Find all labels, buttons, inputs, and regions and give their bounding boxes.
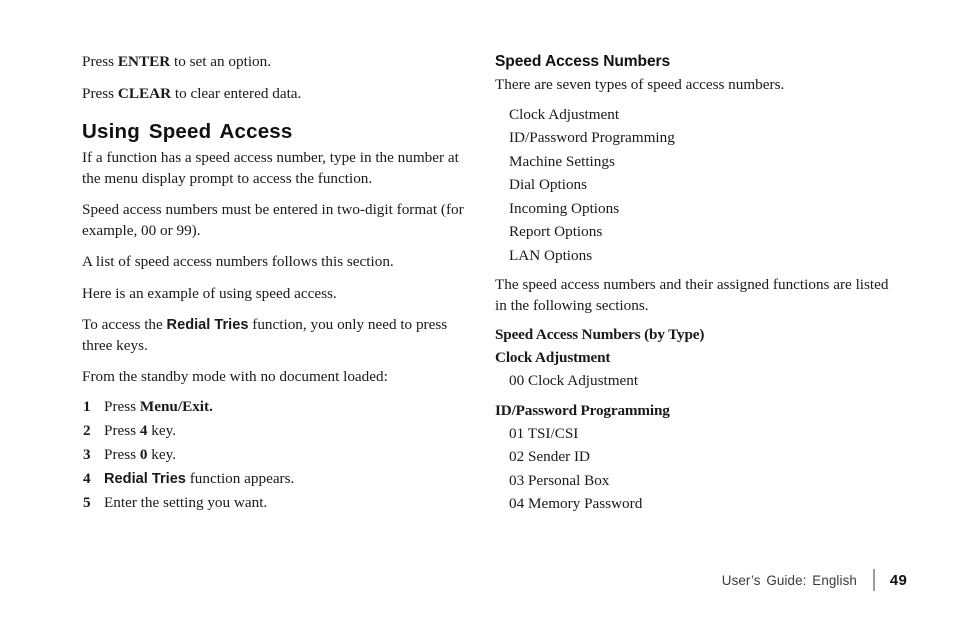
section-heading-speed-access-numbers: Speed Access Numbers bbox=[495, 53, 671, 70]
speed-access-steps-list: 1 Press Menu/Exit. 2 Press 4 key. 3 Press 0… bbox=[82, 397, 474, 514]
list-item: 03 Personal Box bbox=[509, 471, 610, 489]
list-item: ID/Password Programming bbox=[509, 129, 675, 146]
list-item: 02 Sender ID bbox=[509, 448, 590, 465]
footer-divider bbox=[872, 569, 875, 591]
list-item: Dial Options bbox=[509, 176, 588, 193]
press-enter-paragraph: Press ENTER to set an option. bbox=[82, 52, 474, 73]
press-clear-suffix: to clear entered data. bbox=[171, 84, 302, 102]
right-column: Speed Access Numbers There are seven typ… bbox=[495, 52, 890, 524]
redial-prefix: To access the bbox=[82, 316, 167, 333]
speed-access-types-list: Clock Adjustment ID/Password Programming… bbox=[495, 105, 890, 267]
clear-key-label: CLEAR bbox=[117, 84, 172, 102]
step-number: 3 bbox=[83, 445, 91, 463]
list-item: 4 Redial Tries function appears. bbox=[82, 469, 474, 490]
list-item: 00 Clock Adjustment bbox=[509, 372, 639, 389]
list-item: 2 Press 4 key. bbox=[82, 421, 474, 442]
menu-exit-key-label: Menu/Exit. bbox=[139, 397, 213, 415]
step-prefix: Press bbox=[104, 397, 140, 415]
subheading-speed-access-numbers-by-type: Speed Access Numbers (by Type) bbox=[495, 326, 705, 343]
list-item: Machine Settings bbox=[509, 152, 615, 170]
step-prefix: Press bbox=[104, 445, 140, 463]
step-number: 5 bbox=[83, 493, 91, 511]
step-suffix: function appears. bbox=[185, 469, 295, 487]
redial-tries-paragraph: To access the Redial Tries function, you… bbox=[82, 315, 474, 356]
step-prefix: Press bbox=[104, 421, 140, 439]
list-item: Clock Adjustment bbox=[509, 105, 620, 123]
seven-types-paragraph: There are seven types of speed access nu… bbox=[495, 76, 785, 93]
example-intro-paragraph: Here is an example of using speed access… bbox=[82, 284, 337, 302]
step-suffix: key. bbox=[147, 445, 177, 463]
standby-mode-paragraph: From the standby mode with no document l… bbox=[82, 368, 388, 385]
list-item: 01 TSI/CSI bbox=[509, 424, 579, 442]
list-item: LAN Options bbox=[509, 246, 593, 264]
step-number: 2 bbox=[83, 421, 91, 439]
list-item: Incoming Options bbox=[509, 199, 620, 217]
press-clear-prefix: Press bbox=[82, 84, 118, 102]
press-clear-paragraph: Press CLEAR to clear entered data. bbox=[82, 84, 474, 105]
speed-access-description-paragraph: If a function has a speed access number,… bbox=[82, 149, 459, 187]
list-item: 3 Press 0 key. bbox=[82, 445, 474, 466]
listed-in-sections-paragraph: The speed access numbers and their assig… bbox=[495, 276, 889, 314]
redial-tries-step-label: Redial Tries bbox=[104, 470, 186, 487]
subheading-id-password-programming: ID/Password Programming bbox=[495, 401, 670, 419]
subheading-clock-adjustment: Clock Adjustment bbox=[495, 349, 611, 366]
list-follows-paragraph: A list of speed access numbers follows t… bbox=[82, 253, 394, 270]
press-enter-prefix: Press bbox=[82, 53, 118, 70]
list-item: 04 Memory Password bbox=[509, 495, 643, 512]
list-item: 1 Press Menu/Exit. bbox=[82, 397, 474, 418]
footer-guide-label: User’s Guide: English bbox=[721, 572, 857, 588]
enter-key-label: ENTER bbox=[117, 53, 171, 70]
section-heading-using-speed-access: Using Speed Access bbox=[82, 120, 293, 143]
document-page: Press ENTER to set an option. Press CLEA… bbox=[0, 0, 954, 618]
step-suffix: key. bbox=[147, 421, 177, 439]
press-enter-suffix: to set an option. bbox=[170, 53, 272, 70]
left-column: Press ENTER to set an option. Press CLEA… bbox=[82, 52, 474, 517]
redial-tries-function-label: Redial Tries bbox=[166, 317, 249, 333]
list-item: Report Options bbox=[509, 223, 603, 240]
step-number: 4 bbox=[83, 469, 91, 487]
list-item: 5 Enter the setting you want. bbox=[82, 493, 474, 514]
page-number: 49 bbox=[889, 571, 907, 589]
clock-adjustment-codes-list: 00 Clock Adjustment bbox=[495, 371, 890, 392]
step-prefix: Enter the setting you want. bbox=[104, 493, 268, 511]
page-footer: User’s Guide: English 49 bbox=[722, 569, 907, 591]
step-number: 1 bbox=[83, 397, 91, 415]
id-password-codes-list: 01 TSI/CSI 02 Sender ID 03 Personal Box … bbox=[495, 424, 890, 515]
two-digit-format-paragraph: Speed access numbers must be entered in … bbox=[82, 201, 464, 239]
